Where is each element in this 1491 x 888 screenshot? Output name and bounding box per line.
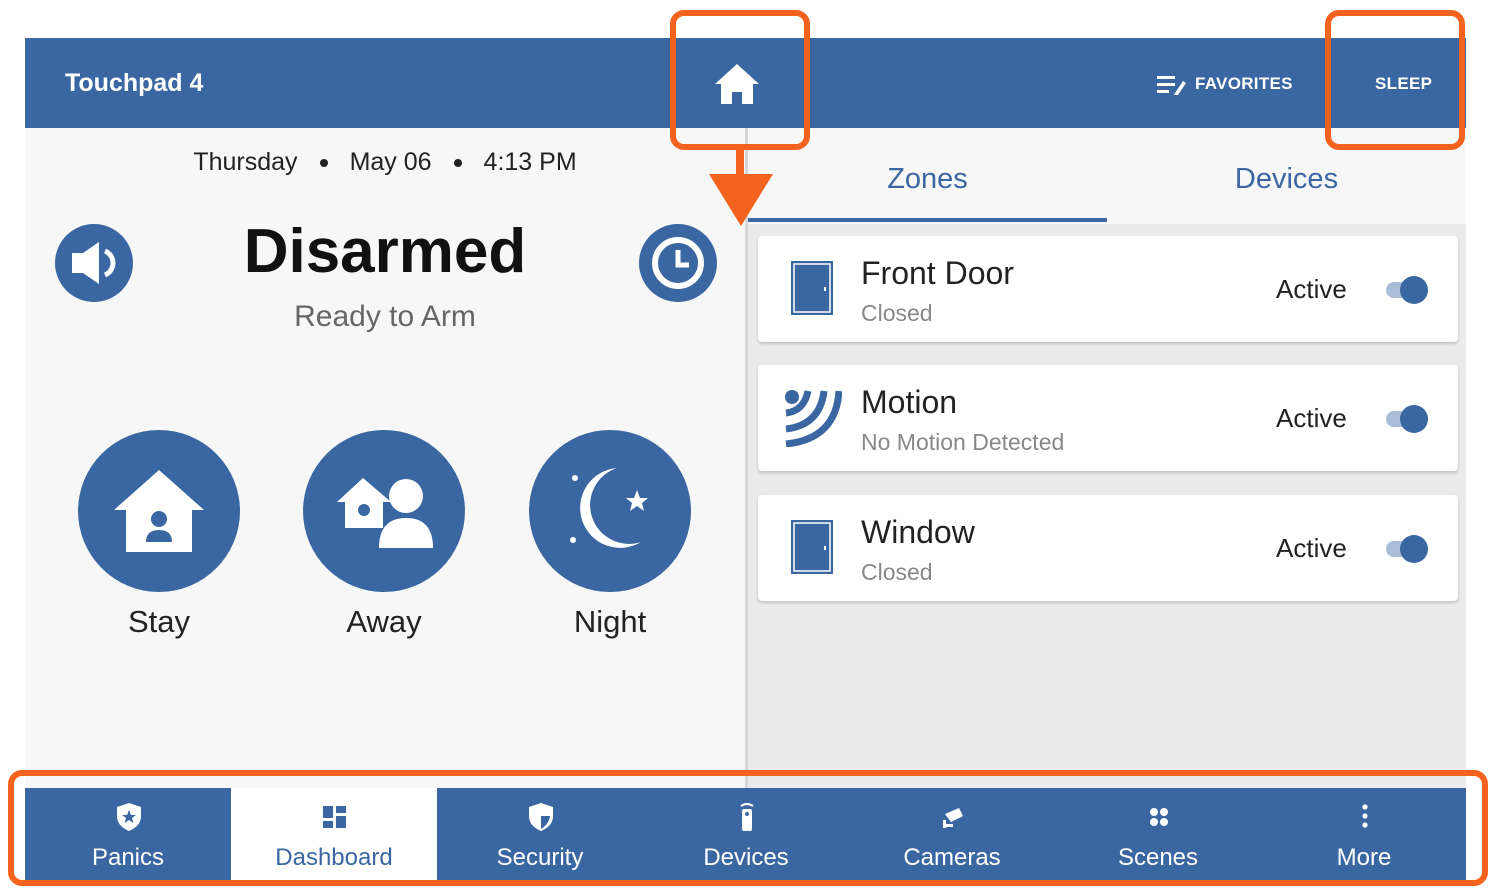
screenshot-stage: Touchpad 4 FAVORITES SLEEP Thursday May … (0, 0, 1491, 888)
zone-state: Closed (861, 300, 933, 326)
stay-house-icon (114, 470, 204, 552)
zone-row-motion[interactable]: Motion No Motion Detected Active (758, 365, 1458, 471)
down-arrow-icon (709, 174, 773, 226)
night-label: Night (573, 604, 647, 639)
zone-status: Active (1276, 403, 1347, 433)
away-people-icon (337, 478, 433, 548)
home-highlight-box (670, 10, 810, 150)
favorites-list-icon (1157, 76, 1186, 95)
separator-dot (453, 159, 462, 168)
zones-panel: Zones Devices Front Door Closed Active M… (748, 128, 1466, 788)
toggle-knob (1400, 405, 1428, 433)
arming-panel: Thursday May 06 4:13 PM Disarmed Ready to … (25, 128, 745, 788)
tab-selection-indicator (748, 218, 1107, 222)
touchpad-screen: Touchpad 4 FAVORITES SLEEP Thursday May … (25, 38, 1466, 880)
away-button[interactable] (303, 430, 465, 592)
zone-state: Closed (861, 559, 933, 585)
day-label: Thursday (193, 148, 298, 176)
night-moon-icon (570, 468, 648, 548)
away-label: Away (346, 604, 422, 639)
zone-row-front-door[interactable]: Front Door Closed Active (758, 236, 1458, 342)
favorites-label: FAVORITES (1195, 74, 1293, 93)
device-title: Touchpad 4 (65, 69, 204, 97)
alarm-status: Disarmed (243, 217, 527, 286)
toggle-knob (1400, 276, 1428, 304)
zone-toggle[interactable] (1386, 276, 1428, 304)
stay-label: Stay (127, 604, 191, 639)
toggle-knob (1400, 535, 1428, 563)
clock-icon (652, 237, 704, 289)
zone-status: Active (1276, 533, 1347, 563)
zone-toggle[interactable] (1386, 535, 1428, 563)
zone-toggle[interactable] (1386, 405, 1428, 433)
stay-button[interactable] (78, 430, 240, 592)
door-icon (782, 258, 842, 318)
date-time-row: Thursday May 06 4:13 PM (25, 148, 745, 177)
zone-name: Window (861, 514, 975, 550)
bottom-nav-highlight-box (8, 770, 1488, 886)
zone-row-window[interactable]: Window Closed Active (758, 495, 1458, 601)
sleep-highlight-box (1325, 10, 1465, 150)
clock-button[interactable] (639, 224, 717, 302)
motion-sensor-icon (782, 387, 843, 448)
favorites-button[interactable]: FAVORITES (1157, 68, 1293, 100)
window-icon (782, 517, 842, 577)
night-button[interactable] (529, 430, 691, 592)
zone-status: Active (1276, 274, 1347, 304)
separator-dot (319, 159, 328, 168)
zone-name: Motion (861, 384, 958, 420)
zone-name: Front Door (861, 255, 1014, 291)
time-label: 4:13 PM (483, 148, 577, 176)
zone-state: No Motion Detected (861, 429, 1065, 455)
date-label: May 06 (349, 148, 432, 176)
alarm-status-detail: Ready to Arm (294, 300, 476, 333)
